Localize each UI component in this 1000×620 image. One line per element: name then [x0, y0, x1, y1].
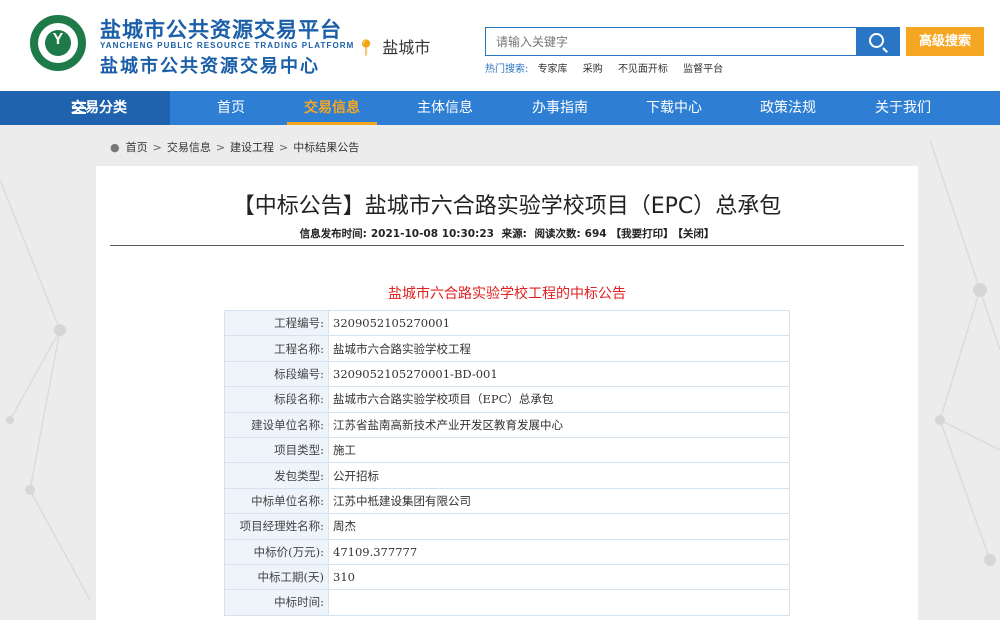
site-title-english: YANCHENG PUBLIC RESOURCE TRADING PLATFOR… [100, 41, 355, 50]
breadcrumb-separator: > [279, 141, 289, 154]
nav-item-about[interactable]: 关于我们 [848, 91, 958, 125]
field-value: 盐城市六合路实验学校工程 [328, 335, 790, 362]
main-nav: 交易分类 首页 交易信息 主体信息 办事指南 下载中心 政策法规 关于我们 [0, 91, 1000, 125]
publish-time: 2021-10-08 10:30:23 [370, 228, 494, 240]
field-label: 中标工期(天) [224, 563, 329, 591]
read-count-label: 阅读次数: [534, 228, 581, 240]
publish-time-label: 信息发布时间: [299, 228, 367, 240]
hot-searches: 热门搜索: 专家库 采购 不见面开标 监督平台 [485, 60, 735, 75]
breadcrumb-item[interactable]: 建设工程 [230, 141, 274, 154]
table-row: 项目经理姓名称: 周杰 [224, 513, 790, 540]
table-row: 标段名称: 盐城市六合路实验学校项目（EPC）总承包 [224, 386, 790, 413]
field-value: 公开招标 [328, 462, 790, 489]
site-logo-icon[interactable] [30, 15, 86, 71]
hot-search-item[interactable]: 采购 [583, 64, 603, 75]
field-value: 310 [328, 563, 790, 591]
search-box [485, 27, 857, 56]
site-subtitle: 盐城市公共资源交易中心 [100, 56, 320, 77]
nav-item-guide[interactable]: 办事指南 [505, 91, 615, 125]
table-row: 中标工期(天) 310 [224, 563, 790, 591]
field-value: 施工 [328, 436, 790, 464]
hot-search-label: 热门搜索: [485, 64, 529, 75]
table-row: 工程编号: 3209052105270001 [224, 309, 790, 337]
table-row: 中标单位名称: 江苏中柢建设集团有限公司 [224, 487, 790, 515]
field-label: 工程名称: [224, 335, 329, 362]
breadcrumb-separator: > [152, 141, 162, 154]
table-row: 工程名称: 盐城市六合路实验学校工程 [224, 335, 790, 362]
field-value: 3209052105270001-BD-001 [328, 360, 790, 388]
table-row: 发包类型: 公开招标 [224, 462, 790, 489]
article-panel: 【中标公告】盐城市六合路实验学校项目（EPC）总承包 信息发布时间: 2021-1… [96, 166, 918, 620]
hot-search-item[interactable]: 不见面开标 [618, 64, 668, 75]
notice-subtitle: 盐城市六合路实验学校工程的中标公告 [388, 286, 626, 302]
field-value: 盐城市六合路实验学校项目（EPC）总承包 [328, 386, 790, 413]
hot-search-item[interactable]: 专家库 [538, 64, 568, 75]
field-value: 江苏中柢建设集团有限公司 [328, 487, 790, 515]
field-value: 周杰 [328, 513, 790, 540]
article-title: 【中标公告】盐城市六合路实验学校项目（EPC）总承包 [232, 194, 782, 219]
award-info-table: 工程编号: 3209052105270001 工程名称: 盐城市六合路实验学校工程 … [224, 309, 790, 616]
breadcrumb-separator: > [215, 141, 226, 154]
field-label: 发包类型: [224, 462, 329, 489]
breadcrumb-item[interactable]: 交易信息 [167, 141, 211, 154]
field-label: 标段名称: [224, 386, 329, 413]
field-value: 47109.377777 [328, 538, 790, 565]
field-label: 项目类型: [224, 436, 329, 464]
search-icon [869, 33, 884, 48]
menu-icon [72, 102, 86, 114]
breadcrumb: ● 首页 > 交易信息 > 建设工程 > 中标结果公告 [110, 139, 359, 155]
location-pin-icon: ● [110, 141, 120, 154]
field-value: 3209052105270001 [328, 309, 790, 337]
nav-item-policies[interactable]: 政策法规 [733, 91, 843, 125]
nav-item-downloads[interactable]: 下载中心 [619, 91, 729, 125]
read-count: 694 [584, 228, 607, 240]
field-label: 中标时间: [224, 589, 329, 616]
site-header: 盐城市公共资源交易平台 YANCHENG PUBLIC RESOURCE TRA… [0, 0, 1000, 91]
site-title[interactable]: 盐城市公共资源交易平台 [100, 14, 342, 44]
breadcrumb-item[interactable]: 中标结果公告 [293, 141, 359, 154]
nav-item-trading-info[interactable]: 交易信息 [277, 91, 387, 125]
category-menu-button[interactable]: 交易分类 [0, 91, 170, 125]
nav-item-entity-info[interactable]: 主体信息 [390, 91, 500, 125]
divider [110, 245, 904, 246]
hot-search-item[interactable]: 监督平台 [683, 64, 723, 75]
city-selector[interactable]: 📍︎ 盐城市 [356, 34, 430, 58]
table-row: 中标价(万元): 47109.377777 [224, 538, 790, 565]
nav-item-home[interactable]: 首页 [176, 91, 286, 125]
search-button[interactable] [856, 27, 900, 56]
advanced-search-button[interactable]: 高级搜索 [906, 27, 984, 56]
city-name: 盐城市 [382, 38, 431, 57]
field-label: 中标单位名称: [224, 487, 329, 515]
table-row: 中标时间: [224, 589, 790, 616]
field-value: 江苏省盐南高新技术产业开发区教育发展中心 [328, 411, 790, 438]
field-value [328, 589, 790, 616]
article-meta: 信息发布时间: 2021-10-08 10:30:23 来源: 阅读次数: 694 【… [96, 226, 918, 241]
table-row: 建设单位名称: 江苏省盐南高新技术产业开发区教育发展中心 [224, 411, 790, 438]
breadcrumb-item[interactable]: 首页 [126, 141, 148, 154]
field-label: 建设单位名称: [224, 411, 329, 438]
table-row: 标段编号: 3209052105270001-BD-001 [224, 360, 790, 388]
field-label: 中标价(万元): [224, 538, 329, 565]
field-label: 标段编号: [224, 360, 329, 388]
source-label: 来源: [501, 228, 527, 240]
table-row: 项目类型: 施工 [224, 436, 790, 464]
location-pin-icon: 📍︎ [356, 38, 377, 57]
field-label: 项目经理姓名称: [224, 513, 329, 540]
search-input[interactable] [486, 28, 856, 55]
close-link[interactable]: 【关闭】 [678, 228, 715, 240]
field-label: 工程编号: [224, 309, 329, 337]
print-link[interactable]: 【我要打印】 [611, 228, 674, 240]
